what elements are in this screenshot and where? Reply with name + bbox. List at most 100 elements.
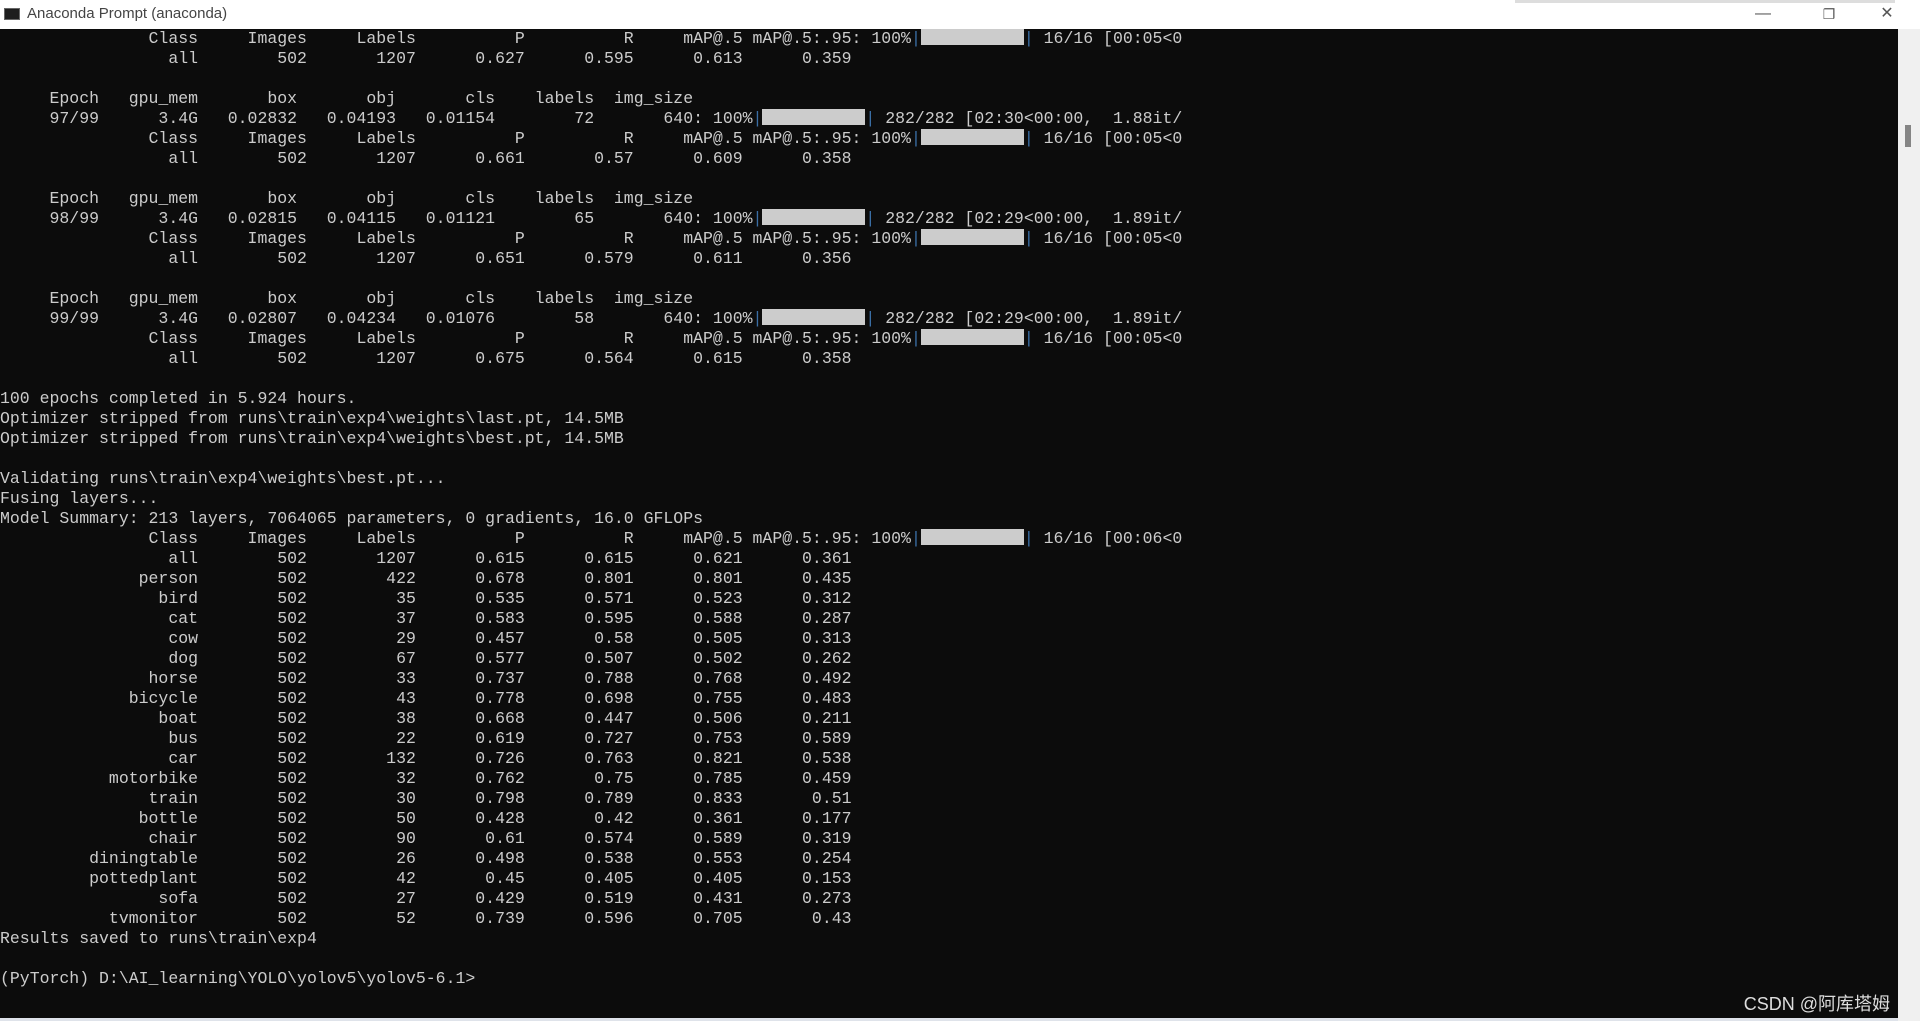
terminal-line: all 502 1207 0.675 0.564 0.615 0.358	[0, 349, 852, 369]
terminal-line: Class Images Labels P R mAP@.5 mAP@.5:.9…	[0, 129, 1182, 149]
line-text: Fusing layers...	[0, 489, 159, 508]
line-text: horse 502 33 0.737 0.788 0.768 0.492	[0, 669, 852, 688]
line-text: Class Images Labels P R mAP@.5 mAP@.5:.9…	[0, 529, 911, 548]
progress-bar-right-edge: |	[865, 109, 876, 128]
line-text: motorbike 502 32 0.762 0.75 0.785 0.459	[0, 769, 852, 788]
terminal-line: 97/99 3.4G 0.02832 0.04193 0.01154 72 64…	[0, 109, 1182, 129]
terminal-line: pottedplant 502 42 0.45 0.405 0.405 0.15…	[0, 869, 851, 889]
line-text: Epoch gpu_mem box obj cls labels img_siz…	[0, 289, 694, 308]
terminal-line: car 502 132 0.726 0.763 0.821 0.538	[0, 749, 851, 769]
terminal-line: horse 502 33 0.737 0.788 0.768 0.492	[0, 669, 852, 689]
progress-status: 282/282 [02:29<00:00, 1.89it/	[875, 209, 1183, 228]
close-button[interactable]: ✕	[1864, 0, 1910, 29]
terminal-line: tvmonitor 502 52 0.739 0.596 0.705 0.43	[0, 909, 852, 929]
progress-status: 16/16 [00:05<0	[1033, 329, 1183, 348]
scrollbar-thumb[interactable]	[1905, 125, 1911, 147]
line-text: Class Images Labels P R mAP@.5 mAP@.5:.9…	[0, 129, 911, 148]
line-text: bottle 502 50 0.428 0.42 0.361 0.177	[0, 809, 852, 828]
progress-bar	[762, 309, 866, 325]
terminal-line: Epoch gpu_mem box obj cls labels img_siz…	[0, 89, 694, 109]
terminal-line: (PyTorch) D:\AI_learning\YOLO\yolov5\yol…	[0, 969, 475, 989]
terminal-line: Optimizer stripped from runs\train\exp4\…	[0, 409, 624, 429]
terminal-line: all 502 1207 0.661 0.57 0.609 0.358	[0, 149, 851, 169]
terminal-line: 99/99 3.4G 0.02807 0.04234 0.01076 58 64…	[0, 309, 1182, 329]
progress-bar-right-edge: |	[1023, 129, 1034, 148]
restore-button[interactable]: ❐	[1806, 0, 1852, 29]
terminal-line: boat 502 38 0.668 0.447 0.506 0.211	[0, 709, 852, 729]
line-text: Class Images Labels P R mAP@.5 mAP@.5:.9…	[0, 29, 911, 48]
terminal-line: 100 epochs completed in 5.924 hours.	[0, 389, 356, 409]
line-text: tvmonitor 502 52 0.739 0.596 0.705 0.43	[0, 909, 852, 928]
progress-bar	[762, 209, 866, 225]
line-text: 98/99 3.4G 0.02815 0.04115 0.01121 65 64…	[0, 209, 753, 228]
line-text: chair 502 90 0.61 0.574 0.589 0.319	[0, 829, 852, 848]
line-text: dog 502 67 0.577 0.507 0.502 0.262	[0, 649, 852, 668]
line-text: cat 502 37 0.583 0.595 0.588 0.287	[0, 609, 852, 628]
progress-bar-right-edge: |	[865, 209, 876, 228]
title-bar: Anaconda Prompt (anaconda) — ❐ ✕	[0, 0, 1920, 29]
terminal-line: person 502 422 0.678 0.801 0.801 0.435	[0, 569, 852, 589]
line-text: boat 502 38 0.668 0.447 0.506 0.211	[0, 709, 852, 728]
line-text: Class Images Labels P R mAP@.5 mAP@.5:.9…	[0, 329, 911, 348]
terminal-line: cat 502 37 0.583 0.595 0.588 0.287	[0, 609, 852, 629]
progress-status: 282/282 [02:30<00:00, 1.88it/	[875, 109, 1183, 128]
terminal-line: all 502 1207 0.651 0.579 0.611 0.356	[0, 249, 851, 269]
line-text: train 502 30 0.798 0.789 0.833 0.51	[0, 789, 852, 808]
terminal-line: Epoch gpu_mem box obj cls labels img_siz…	[0, 289, 694, 309]
terminal-line: Class Images Labels P R mAP@.5 mAP@.5:.9…	[0, 29, 1182, 49]
progress-status: 16/16 [00:06<0	[1033, 529, 1183, 548]
terminal-line: train 502 30 0.798 0.789 0.833 0.51	[0, 789, 852, 809]
progress-bar-left-edge: |	[910, 29, 921, 48]
progress-bar	[920, 529, 1024, 545]
terminal-line: bottle 502 50 0.428 0.42 0.361 0.177	[0, 809, 852, 829]
progress-bar-right-edge: |	[1023, 29, 1034, 48]
line-text: Validating runs\train\exp4\weights\best.…	[0, 469, 446, 488]
progress-status: 16/16 [00:05<0	[1033, 229, 1183, 248]
terminal-line: Model Summary: 213 layers, 7064065 param…	[0, 509, 703, 529]
terminal-line: Fusing layers...	[0, 489, 158, 509]
line-text: Epoch gpu_mem box obj cls labels img_siz…	[0, 189, 694, 208]
line-text: all 502 1207 0.627 0.595 0.613 0.359	[0, 49, 852, 68]
minimize-button[interactable]: —	[1740, 0, 1786, 29]
terminal-line: Results saved to runs\train\exp4	[0, 929, 317, 949]
terminal-line: all 502 1207 0.615 0.615 0.621 0.361	[0, 549, 851, 569]
terminal-line: Optimizer stripped from runs\train\exp4\…	[0, 429, 624, 449]
line-text: Class Images Labels P R mAP@.5 mAP@.5:.9…	[0, 229, 911, 248]
progress-bar-left-edge: |	[752, 209, 763, 228]
progress-bar	[920, 29, 1024, 45]
terminal-line: Class Images Labels P R mAP@.5 mAP@.5:.9…	[0, 229, 1182, 249]
terminal-line: diningtable 502 26 0.498 0.538 0.553 0.2…	[0, 849, 852, 869]
terminal-line: bus 502 22 0.619 0.727 0.753 0.589	[0, 729, 852, 749]
line-text: bus 502 22 0.619 0.727 0.753 0.589	[0, 729, 852, 748]
line-text: 100 epochs completed in 5.924 hours.	[0, 389, 357, 408]
terminal-line: cow 502 29 0.457 0.58 0.505 0.313	[0, 629, 851, 649]
terminal-line: bird 502 35 0.535 0.571 0.523 0.312	[0, 589, 852, 609]
terminal-line: bicycle 502 43 0.778 0.698 0.755 0.483	[0, 689, 852, 709]
line-text: Results saved to runs\train\exp4	[0, 929, 317, 948]
line-text: (PyTorch) D:\AI_learning\YOLO\yolov5\yol…	[0, 969, 476, 988]
progress-bar-left-edge: |	[910, 529, 921, 548]
terminal-line: Validating runs\train\exp4\weights\best.…	[0, 469, 446, 489]
scrollbar[interactable]	[1898, 29, 1920, 1021]
terminal-line: dog 502 67 0.577 0.507 0.502 0.262	[0, 649, 852, 669]
terminal-line: all 502 1207 0.627 0.595 0.613 0.359	[0, 49, 852, 69]
progress-status: 16/16 [00:05<0	[1033, 129, 1183, 148]
window-title: Anaconda Prompt (anaconda)	[27, 5, 228, 22]
line-text: all 502 1207 0.675 0.564 0.615 0.358	[0, 349, 852, 368]
line-text: person 502 422 0.678 0.801 0.801 0.435	[0, 569, 852, 588]
line-text: 99/99 3.4G 0.02807 0.04234 0.01076 58 64…	[0, 309, 753, 328]
terminal-line: chair 502 90 0.61 0.574 0.589 0.319	[0, 829, 852, 849]
progress-bar-right-edge: |	[1023, 329, 1034, 348]
line-text: bicycle 502 43 0.778 0.698 0.755 0.483	[0, 689, 852, 708]
terminal-app-icon	[4, 8, 20, 20]
progress-bar	[920, 329, 1024, 345]
line-text: sofa 502 27 0.429 0.519 0.431 0.273	[0, 889, 852, 908]
terminal-output[interactable]: Class Images Labels P R mAP@.5 mAP@.5:.9…	[0, 29, 1898, 1018]
line-text: diningtable 502 26 0.498 0.538 0.553 0.2…	[0, 849, 852, 868]
terminal-line: motorbike 502 32 0.762 0.75 0.785 0.459	[0, 769, 852, 789]
line-text: 97/99 3.4G 0.02832 0.04193 0.01154 72 64…	[0, 109, 753, 128]
terminal-line: sofa 502 27 0.429 0.519 0.431 0.273	[0, 889, 852, 909]
progress-bar-right-edge: |	[1023, 229, 1034, 248]
line-text: Model Summary: 213 layers, 7064065 param…	[0, 509, 704, 528]
line-text: bird 502 35 0.535 0.571 0.523 0.312	[0, 589, 852, 608]
